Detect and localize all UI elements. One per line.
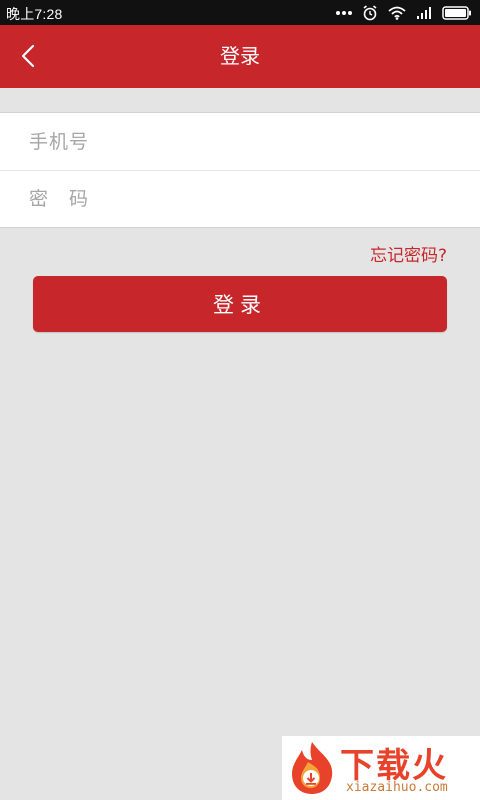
password-input[interactable] — [27, 187, 451, 211]
password-field-row — [0, 170, 480, 227]
status-time: 晚上7:28 — [6, 6, 63, 22]
phone-input[interactable] — [27, 129, 451, 154]
more-dots-icon — [336, 10, 352, 15]
battery-icon — [442, 5, 471, 20]
status-icons — [336, 4, 472, 21]
watermark-url: xiazaihuo.com — [346, 780, 448, 795]
chevron-left-icon — [21, 44, 35, 68]
alarm-icon — [363, 4, 377, 20]
phone-field-row — [0, 113, 480, 170]
app-bar: 登录 — [0, 25, 480, 88]
login-form — [0, 112, 480, 228]
back-button[interactable] — [8, 35, 48, 77]
flame-logo-icon — [292, 742, 333, 794]
watermark: 下载火 xiazaihuo.com — [282, 736, 480, 800]
signal-icon — [417, 6, 431, 19]
page-title: 登录 — [220, 44, 260, 68]
wifi-icon — [388, 6, 406, 20]
status-bar: 晚上7:28 — [0, 0, 480, 25]
login-button[interactable]: 登录 — [33, 276, 447, 332]
forgot-password-link[interactable]: 忘记密码? — [370, 241, 447, 266]
